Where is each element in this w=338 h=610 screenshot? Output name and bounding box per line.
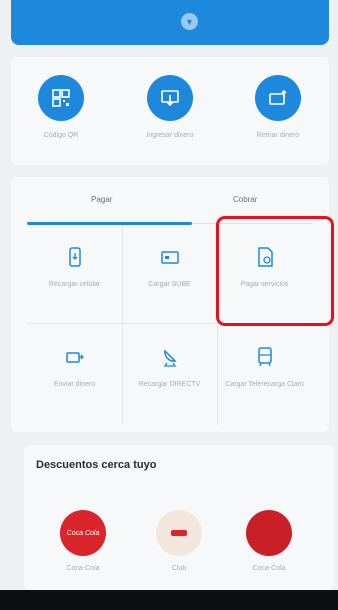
load-sube-button[interactable]: Cargar SUBE <box>122 225 217 320</box>
system-nav-bar <box>0 590 338 610</box>
highlight-box <box>216 216 334 326</box>
service-label: Recargar celular <box>48 281 101 288</box>
service-label: Recargar DIRECTV <box>138 381 201 388</box>
tab-collect[interactable]: Cobrar <box>233 195 257 204</box>
recharge-mobile-button[interactable]: Recargar celular <box>27 225 122 320</box>
service-label: Cargar Telerecarga Claro <box>225 381 304 388</box>
service-label: Cargar SUBE <box>148 281 191 288</box>
tab-pay[interactable]: Pagar <box>91 195 112 204</box>
logo-text: Coca Cola <box>66 529 100 537</box>
discount-logo[interactable] <box>246 510 292 556</box>
service-label: Enviar dinero <box>53 381 96 388</box>
discounts-title: Descuentos cerca tuyo <box>36 459 157 471</box>
mobile-recharge-icon <box>68 247 81 267</box>
send-money-icon <box>65 352 84 363</box>
discount-label: Club <box>171 565 187 572</box>
withdraw-icon <box>255 75 301 121</box>
sube-card-icon <box>160 251 179 264</box>
logo-mark <box>171 530 187 536</box>
satellite-icon <box>163 349 177 367</box>
recharge-directv-button[interactable]: Recargar DIRECTV <box>122 325 217 420</box>
discounts-card: Descuentos cerca tuyo Coca Cola Coca-Col… <box>24 445 334 590</box>
deposit-icon <box>147 75 193 121</box>
shortcut-label: Ingresar dinero <box>146 132 194 139</box>
deposit-button[interactable]: Ingresar dinero <box>125 75 215 140</box>
transport-card-icon <box>257 347 272 367</box>
shortcut-label: Retirar dinero <box>256 132 300 139</box>
qr-code-icon <box>38 75 84 121</box>
shortcut-label: Código QR <box>43 132 79 139</box>
discount-label: Coca-Cola <box>252 565 286 572</box>
discount-logo[interactable]: Coca Cola <box>60 510 106 556</box>
qr-code-button[interactable]: Código QR <box>16 75 106 140</box>
discount-logo[interactable] <box>156 510 202 556</box>
shortcuts-card: Código QR Ingresar dinero Retirar dinero <box>11 57 329 165</box>
top-header: ▼ <box>11 0 329 45</box>
chevron-down-icon[interactable]: ▼ <box>181 13 198 30</box>
discount-label: Coca-Cola <box>66 565 100 572</box>
withdraw-button[interactable]: Retirar dinero <box>233 75 323 140</box>
send-money-button[interactable]: Enviar dinero <box>27 325 122 420</box>
load-telerecarga-button[interactable]: Cargar Telerecarga Claro <box>217 325 312 420</box>
